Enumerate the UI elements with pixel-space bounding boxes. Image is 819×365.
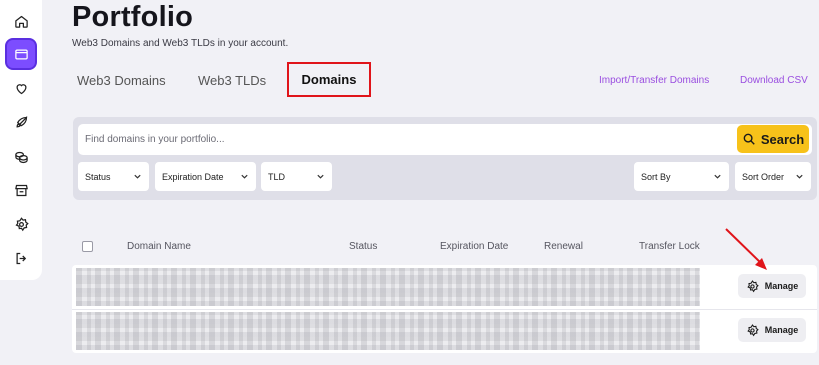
- gear-icon: [747, 323, 759, 336]
- sidebar-item-settings[interactable]: [5, 208, 37, 240]
- tab-web3-domains[interactable]: Web3 Domains: [77, 73, 166, 88]
- tab-domains[interactable]: Domains: [287, 62, 371, 97]
- table-row-redacted: [76, 312, 700, 350]
- store-icon: [14, 184, 28, 196]
- home-icon: [14, 15, 28, 28]
- sidebar-item-store[interactable]: [5, 174, 37, 206]
- column-header-domain-name[interactable]: Domain Name: [127, 241, 191, 252]
- row-divider: [72, 309, 817, 310]
- sort-order-select[interactable]: Sort Order: [735, 162, 811, 191]
- column-header-expiration-date[interactable]: Expiration Date: [440, 241, 508, 252]
- sidebar-item-portfolio[interactable]: [5, 38, 37, 70]
- page-subtitle: Web3 Domains and Web3 TLDs in your accou…: [72, 38, 289, 49]
- search-input[interactable]: [78, 124, 812, 155]
- tab-domains-label: Domains: [301, 72, 357, 87]
- logout-icon: [16, 252, 26, 264]
- sidebar-item-coins[interactable]: [5, 140, 37, 172]
- chevron-down-icon: [317, 174, 324, 179]
- heart-icon: [15, 83, 27, 94]
- column-header-transfer-lock[interactable]: Transfer Lock: [639, 241, 700, 252]
- search-button-label: Search: [760, 131, 805, 147]
- sort-order-select-label: Sort Order: [742, 171, 785, 182]
- expiration-select-label: Expiration Date: [162, 171, 224, 182]
- chevron-down-icon: [714, 174, 721, 179]
- chevron-down-icon: [796, 174, 803, 179]
- sidebar-item-home[interactable]: [5, 5, 37, 37]
- tab-web3-tlds[interactable]: Web3 TLDs: [198, 73, 266, 88]
- manage-button-label: Manage: [764, 281, 799, 291]
- chevron-down-icon: [241, 174, 248, 179]
- gear-icon: [747, 279, 759, 292]
- search-icon: [743, 133, 755, 145]
- column-header-status[interactable]: Status: [349, 241, 377, 252]
- sidebar-item-logout[interactable]: [5, 242, 37, 274]
- tld-select-label: TLD: [268, 171, 286, 182]
- chevron-down-icon: [134, 174, 141, 179]
- download-csv-link[interactable]: Download CSV: [740, 75, 808, 86]
- sidebar: [0, 0, 42, 280]
- table-row-redacted: [76, 268, 700, 306]
- annotation-arrow-icon: [725, 228, 767, 270]
- search-button[interactable]: Search: [737, 125, 809, 153]
- status-select[interactable]: Status: [78, 162, 149, 191]
- rocket-icon: [15, 115, 27, 128]
- import-transfer-link[interactable]: Import/Transfer Domains: [599, 75, 709, 86]
- status-select-label: Status: [85, 171, 111, 182]
- manage-button-label: Manage: [764, 325, 799, 335]
- sidebar-item-favorites[interactable]: [5, 72, 37, 104]
- wallet-icon: [14, 49, 28, 59]
- manage-button[interactable]: Manage: [738, 318, 806, 342]
- expiration-date-select[interactable]: Expiration Date: [155, 162, 256, 191]
- gear-icon: [15, 216, 29, 231]
- manage-button[interactable]: Manage: [738, 274, 806, 298]
- coins-icon: [14, 151, 28, 163]
- column-header-renewal[interactable]: Renewal: [544, 241, 583, 252]
- sidebar-item-launch[interactable]: [5, 106, 37, 138]
- sort-by-select-label: Sort By: [641, 171, 671, 182]
- sort-by-select[interactable]: Sort By: [634, 162, 729, 191]
- select-all-checkbox[interactable]: [82, 241, 93, 252]
- page-title: Portfolio: [72, 1, 194, 33]
- tld-select[interactable]: TLD: [261, 162, 332, 191]
